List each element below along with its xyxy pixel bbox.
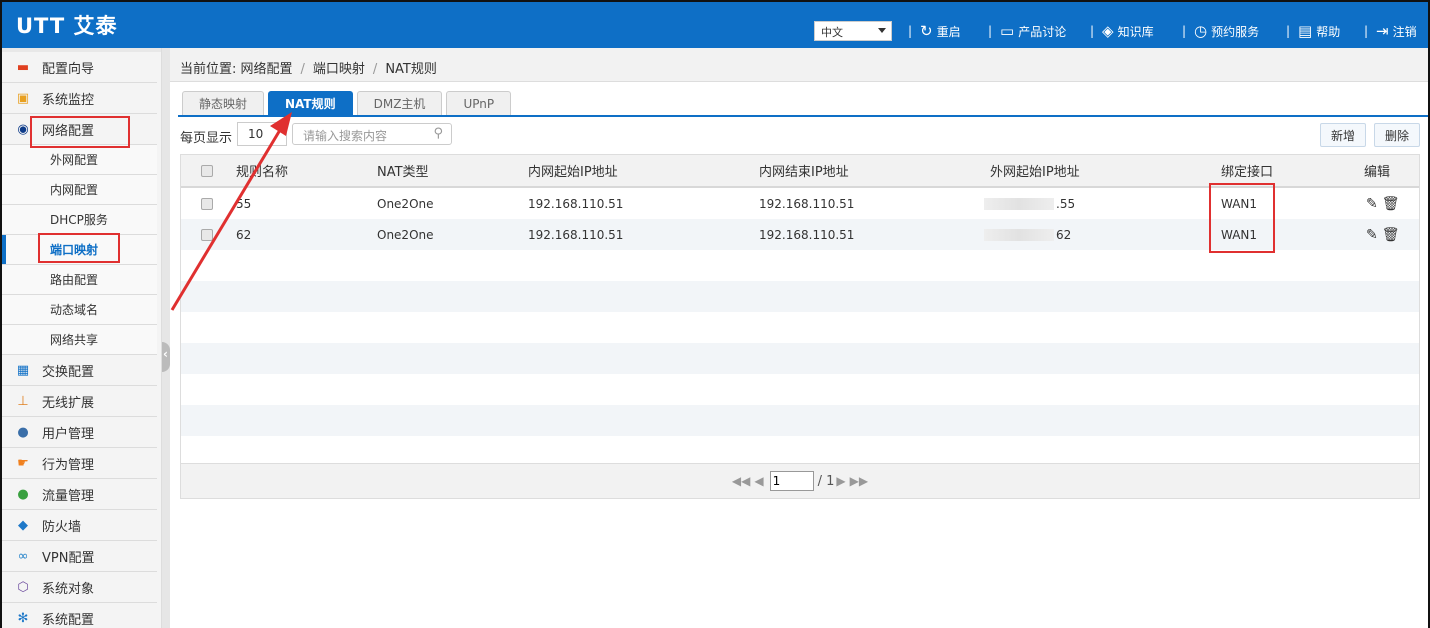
edit-icon[interactable]: ✎ (1366, 196, 1378, 212)
tab-nat-rules[interactable]: NAT规则 (268, 91, 353, 115)
sidebar-item-objects[interactable]: ⬡ 系统对象 (2, 572, 157, 603)
network-icon: ◉ (17, 121, 29, 137)
select-all-checkbox[interactable] (201, 164, 213, 177)
language-select[interactable]: 中文 (814, 21, 892, 41)
per-page-label: 每页显示 (180, 131, 233, 146)
pagination: ◀◀ ◀ / 1 ▶ ▶▶ (181, 463, 1419, 498)
switch-icon: ▦ (16, 362, 30, 378)
first-page-icon[interactable]: ◀◀ (732, 474, 750, 488)
next-page-icon[interactable]: ▶ (836, 474, 845, 488)
empty-row (181, 343, 1419, 374)
logout-icon: ⇥ (1376, 21, 1389, 40)
sidebar-item-traffic[interactable]: ● 流量管理 (2, 479, 157, 510)
trash-icon[interactable]: 🗑 (1382, 196, 1400, 212)
page-total: / 1 (817, 473, 835, 489)
breadcrumb: 当前位置: 网络配置 / 端口映射 / NAT规则 (170, 48, 1428, 82)
users-icon: ● (17, 424, 29, 440)
wireless-icon: ⊥ (17, 393, 29, 409)
sidebar-sub-routing[interactable]: 路由配置 (2, 265, 157, 295)
empty-row (181, 281, 1419, 312)
sidebar: ▬ 配置向导 ▣ 系统监控 ◉ 网络配置 外网配置 内网配置 DHCP服务 端口… (2, 48, 162, 628)
cube-icon: ⬡ (17, 579, 29, 595)
tab-bar: 静态映射 NAT规则 DMZ主机 UPnP (182, 91, 515, 115)
redacted-ip (984, 197, 1054, 210)
booking-service-link[interactable]: | ◷ 预约服务 (1182, 22, 1259, 40)
product-discussion-link[interactable]: | ▭ 产品讨论 (988, 22, 1066, 40)
table-toolbar: 每页显示 10 请输入搜索内容 ⚲ 新增 删除 (180, 122, 1422, 148)
layers-icon: ◈ (1102, 21, 1114, 40)
sidebar-sub-wan[interactable]: 外网配置 (2, 145, 157, 175)
sidebar-sub-network-share[interactable]: 网络共享 (2, 325, 157, 355)
nat-rules-table: 规则名称 NAT类型 内网起始IP地址 内网结束IP地址 外网起始IP地址 绑定… (180, 154, 1420, 499)
brand-logo: UTT 艾泰 (16, 14, 118, 38)
column-interface: 绑定接口 (1221, 165, 1274, 180)
sidebar-item-users[interactable]: ● 用户管理 (2, 417, 157, 448)
column-edit: 编辑 (1364, 165, 1391, 180)
table-row: 62 One2One 192.168.110.51 192.168.110.51… (181, 219, 1419, 250)
page-number-input[interactable] (769, 471, 814, 491)
tab-dmz-host[interactable]: DMZ主机 (356, 91, 443, 115)
delete-button[interactable]: 删除 (1374, 123, 1421, 147)
search-input[interactable]: 请输入搜索内容 ⚲ (292, 123, 452, 145)
prev-page-icon[interactable]: ◀ (754, 474, 763, 488)
wizard-icon: ▬ (16, 59, 30, 75)
table-header: 规则名称 NAT类型 内网起始IP地址 内网结束IP地址 外网起始IP地址 绑定… (181, 155, 1419, 188)
restart-link[interactable]: | ↻ 重启 (908, 22, 961, 40)
column-nat-type: NAT类型 (377, 165, 429, 180)
row-checkbox[interactable] (201, 197, 213, 210)
empty-row (181, 312, 1419, 343)
sidebar-item-wireless[interactable]: ⊥ 无线扩展 (2, 386, 157, 417)
per-page-input[interactable]: 10 (237, 122, 287, 146)
tab-static-mapping[interactable]: 静态映射 (182, 91, 265, 115)
shield-icon: ◆ (18, 517, 28, 533)
last-page-icon[interactable]: ▶▶ (850, 474, 868, 488)
sidebar-sub-port-mapping[interactable]: 端口映射 (2, 235, 157, 265)
language-value: 中文 (821, 26, 843, 39)
column-rule-name: 规则名称 (236, 165, 289, 180)
chat-icon: ▭ (1000, 21, 1015, 40)
knowledge-base-link[interactable]: | ◈ 知识库 (1090, 22, 1154, 40)
sidebar-sub-ddns[interactable]: 动态域名 (2, 295, 157, 325)
sidebar-sub-lan[interactable]: 内网配置 (2, 175, 157, 205)
add-button[interactable]: 新增 (1320, 123, 1367, 147)
empty-row (181, 374, 1419, 405)
trash-icon[interactable]: 🗑 (1382, 227, 1400, 243)
tab-upnp[interactable]: UPnP (446, 91, 512, 115)
logout-link[interactable]: | ⇥ 注销 (1364, 22, 1417, 40)
help-link[interactable]: | ▤ 帮助 (1286, 22, 1340, 40)
sidebar-item-vpn[interactable]: ∞ VPN配置 (2, 541, 157, 572)
gear-icon: ✻ (17, 610, 29, 626)
monitor-icon: ▣ (16, 90, 30, 106)
search-icon: ⚲ (433, 126, 443, 141)
redacted-ip (984, 228, 1054, 241)
hand-icon: ☛ (17, 455, 29, 471)
chevron-down-icon (878, 28, 886, 33)
clock-icon: ◷ (1194, 21, 1208, 40)
table-row: 55 One2One 192.168.110.51 192.168.110.51… (181, 188, 1419, 219)
vpn-icon: ∞ (17, 548, 29, 564)
sidebar-item-firewall[interactable]: ◆ 防火墙 (2, 510, 157, 541)
column-inner-start-ip: 内网起始IP地址 (528, 165, 618, 180)
restart-icon: ↻ (920, 21, 933, 40)
sidebar-scrollbar[interactable] (162, 48, 170, 628)
empty-row (181, 405, 1419, 436)
empty-row (181, 250, 1419, 281)
sidebar-item-behavior[interactable]: ☛ 行为管理 (2, 448, 157, 479)
sidebar-item-wizard[interactable]: ▬ 配置向导 (2, 52, 157, 83)
edit-icon[interactable]: ✎ (1366, 227, 1378, 243)
sidebar-item-switch[interactable]: ▦ 交换配置 (2, 355, 157, 386)
top-header: UTT 艾泰 中文 | ↻ 重启 | ▭ 产品讨论 | ◈ 知识库 | ◷ 预约… (2, 2, 1428, 48)
sidebar-collapse-handle[interactable] (162, 342, 170, 372)
traffic-icon: ● (17, 486, 29, 502)
sidebar-item-network[interactable]: ◉ 网络配置 (2, 114, 157, 145)
row-checkbox[interactable] (201, 228, 213, 241)
sidebar-item-monitor[interactable]: ▣ 系统监控 (2, 83, 157, 114)
column-outer-start-ip: 外网起始IP地址 (990, 165, 1080, 180)
main-content: 当前位置: 网络配置 / 端口映射 / NAT规则 静态映射 NAT规则 DMZ主机 U… (170, 48, 1428, 628)
sidebar-item-system[interactable]: ✻ 系统配置 (2, 603, 157, 628)
book-icon: ▤ (1298, 21, 1313, 40)
column-inner-end-ip: 内网结束IP地址 (759, 165, 849, 180)
sidebar-sub-dhcp[interactable]: DHCP服务 (2, 205, 157, 235)
